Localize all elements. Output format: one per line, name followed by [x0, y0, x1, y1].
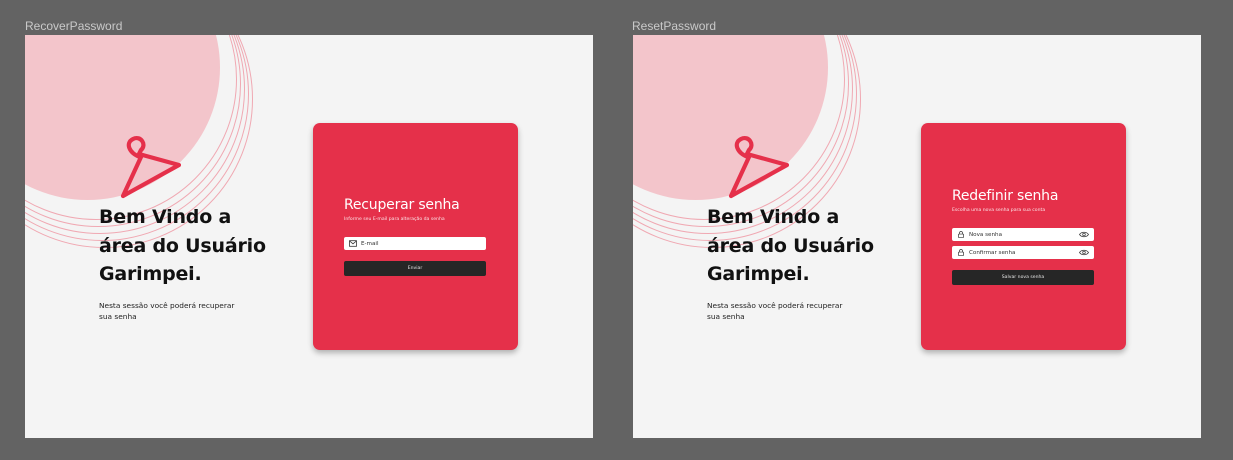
new-password-field[interactable] — [952, 228, 1094, 241]
hanger-icon — [120, 136, 181, 199]
card-subtitle: Informe seu E-mail para alteração da sen… — [344, 217, 445, 222]
mail-icon — [349, 240, 357, 247]
welcome-line: área do Usuário — [707, 234, 874, 257]
frame-label-recover-password: RecoverPassword — [25, 19, 123, 33]
reset-password-card: Redefinir senha Escolha uma nova senha p… — [921, 123, 1126, 350]
lock-icon — [958, 249, 964, 256]
welcome-line: Garimpei. — [99, 263, 202, 285]
email-input[interactable] — [357, 238, 461, 249]
welcome-line: área do Usuário — [99, 234, 266, 257]
eye-icon[interactable] — [1079, 249, 1089, 256]
card-subtitle: Escolha uma nova senha para sua conta — [952, 208, 1046, 213]
welcome-line: Garimpei. — [707, 263, 810, 285]
eye-icon[interactable] — [1079, 231, 1089, 238]
welcome-subtitle: Nesta sessão você poderá recuperar sua s… — [99, 301, 235, 321]
reset-password-frame: Bem Vindo a área do Usuário Garimpei. Ne… — [633, 35, 1201, 438]
card-title: Recuperar senha — [344, 197, 460, 213]
frame-label-reset-password: ResetPassword — [632, 19, 717, 33]
welcome-heading: Bem Vindo a área do Usuário Garimpei. — [707, 203, 907, 289]
welcome-subtitle: Nesta sessão você poderá recuperar sua s… — [707, 301, 843, 321]
confirm-password-field[interactable] — [952, 246, 1094, 259]
new-password-input[interactable] — [965, 229, 1069, 240]
hanger-icon — [728, 136, 789, 199]
confirm-password-input[interactable] — [965, 247, 1069, 258]
save-new-password-button[interactable]: Salvar nova senha — [952, 270, 1094, 285]
recover-password-card: Recuperar senha Informe seu E-mail para … — [313, 123, 518, 350]
card-title: Redefinir senha — [952, 188, 1059, 204]
email-field[interactable] — [344, 237, 486, 250]
recover-password-frame: Bem Vindo a área do Usuário Garimpei. Ne… — [25, 35, 593, 438]
welcome-line: Bem Vindo a — [99, 206, 232, 228]
welcome-heading: Bem Vindo a área do Usuário Garimpei. — [99, 203, 299, 289]
lock-icon — [958, 231, 964, 238]
welcome-line: Bem Vindo a — [707, 206, 840, 228]
send-button[interactable]: Enviar — [344, 261, 486, 276]
